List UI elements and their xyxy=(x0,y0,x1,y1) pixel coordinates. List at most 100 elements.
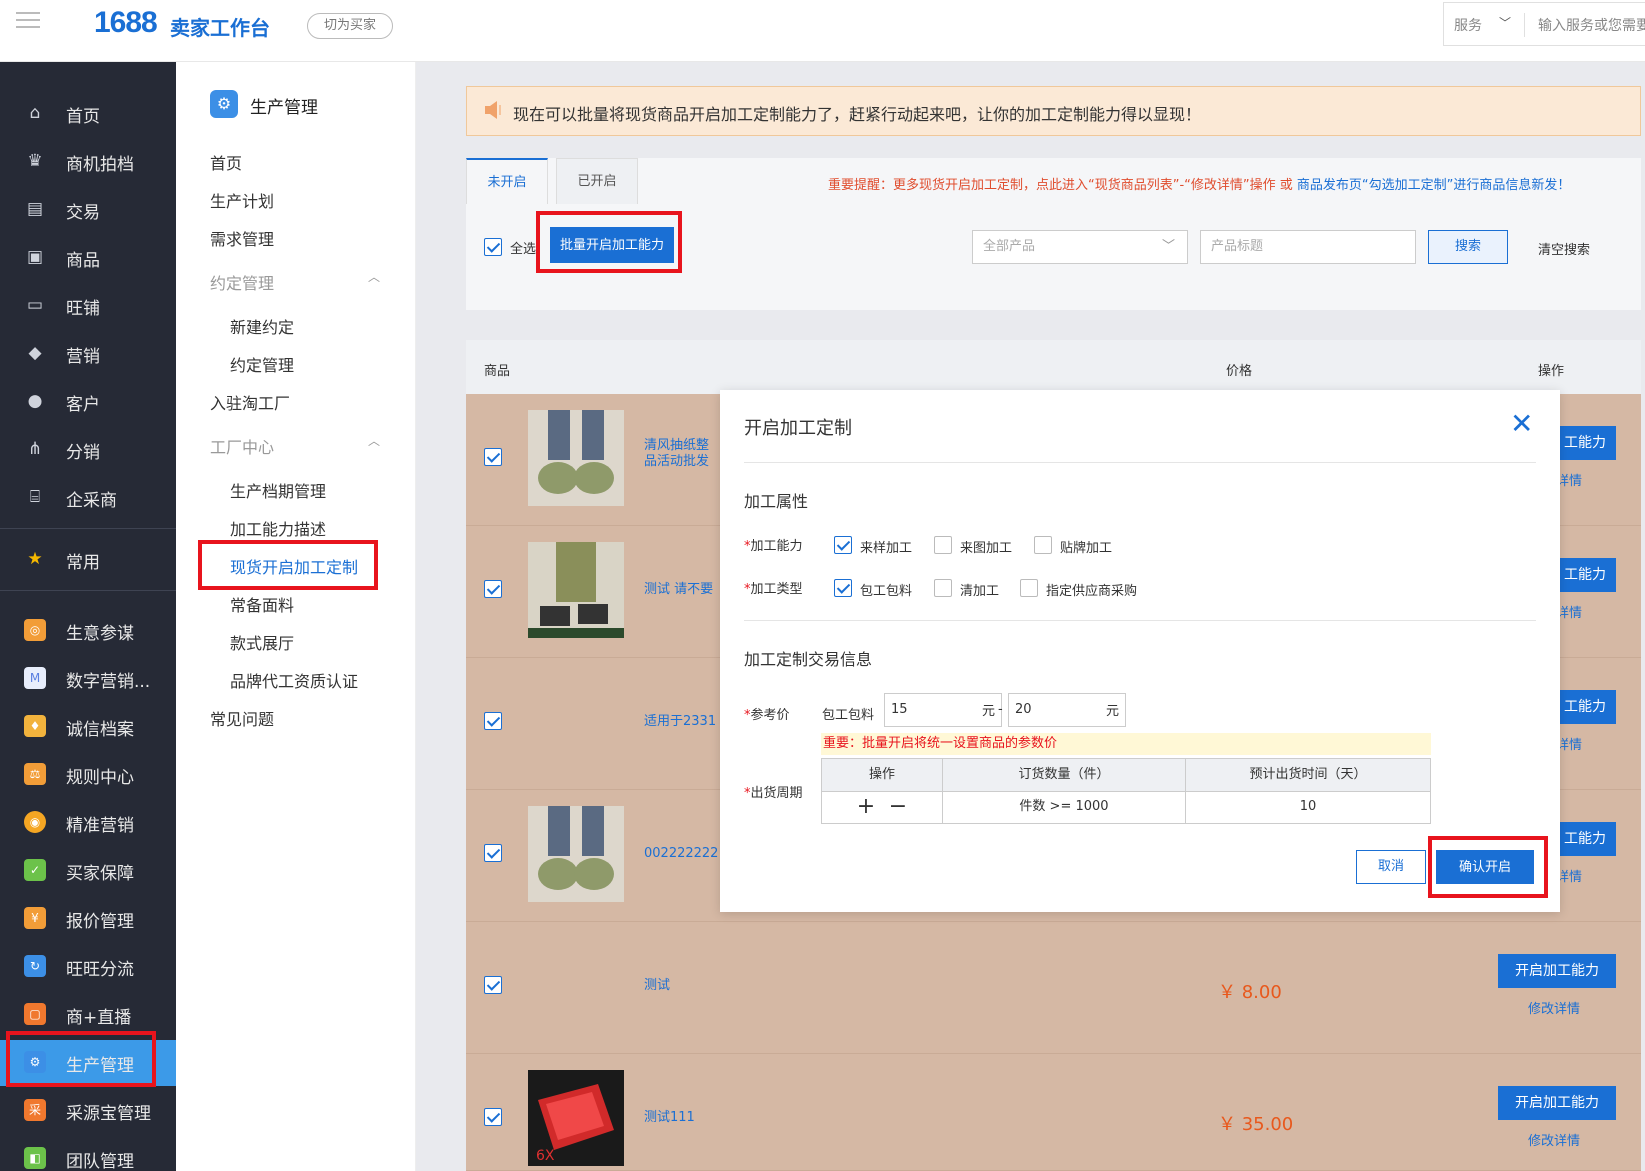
tab-opened[interactable]: 已开启 xyxy=(556,158,638,204)
sidebar-item-wangwang[interactable]: ↻ 旺旺分流 xyxy=(0,944,176,990)
col-price: 价格 xyxy=(1226,364,1253,379)
product-category-select[interactable]: 全部产品 ﹀ xyxy=(972,230,1188,264)
ref-price-label: *参考价 xyxy=(744,708,790,723)
shield-app-icon: ♦ xyxy=(24,715,46,737)
nav-style-showroom[interactable]: 款式展厅 xyxy=(230,630,294,654)
price-max-input[interactable]: 20 元 xyxy=(1008,693,1126,727)
nav-group-factory-center[interactable]: 工厂中心 xyxy=(210,434,274,458)
sidebar-item-quote-management[interactable]: ¥ 报价管理 xyxy=(0,896,176,942)
nav-production-schedule[interactable]: 生产档期管理 xyxy=(230,478,326,502)
product-name[interactable]: 测试111 xyxy=(644,1110,695,1126)
sidebar-item-favorites[interactable]: ★ 常用 xyxy=(0,537,176,583)
product-name[interactable]: 测试 xyxy=(644,978,670,994)
remove-row-icon[interactable]: − xyxy=(884,791,912,823)
m-app-icon: M xyxy=(24,667,46,689)
nav-new-agreement[interactable]: 新建约定 xyxy=(230,314,294,338)
row-checkbox[interactable] xyxy=(484,1108,502,1126)
clear-search-button[interactable]: 清空搜索 xyxy=(1538,239,1590,258)
chevron-down-icon[interactable]: ﹀ xyxy=(1499,14,1511,31)
nav-agreement-management[interactable]: 约定管理 xyxy=(230,352,294,376)
notice-banner: 现在可以批量将现货商品开启加工定制能力了，赶紧行动起来吧，让你的加工定制能力得以… xyxy=(466,86,1641,136)
target-app-icon: ◉ xyxy=(24,811,46,833)
team-app-icon: ◧ xyxy=(24,1147,46,1169)
sidebar-item-enterprise[interactable]: ⌸ 企采商 xyxy=(0,475,176,521)
sidebar-item-distribution[interactable]: ⋔ 分销 xyxy=(0,427,176,473)
close-icon[interactable]: ✕ xyxy=(1510,410,1533,438)
select-all[interactable]: 全选 xyxy=(484,238,536,260)
top-search-input[interactable]: 输入服务或您需要 xyxy=(1538,15,1645,35)
nav-group-agreement[interactable]: 约定管理 xyxy=(210,270,274,294)
sidebar-item-store[interactable]: ▭ 旺铺 xyxy=(0,283,176,329)
nav-demand-management[interactable]: 需求管理 xyxy=(210,226,274,250)
sidebar-item-home[interactable]: ⌂ 首页 xyxy=(0,91,176,137)
sidebar-item-trade[interactable]: ▤ 交易 xyxy=(0,187,176,233)
sidebar-item-precision-marketing[interactable]: ◉ 精准营销 xyxy=(0,800,176,846)
notice-text: 现在可以批量将现货商品开启加工定制能力了，赶紧行动起来吧，让你的加工定制能力得以… xyxy=(513,105,1202,124)
nav-production-plan[interactable]: 生产计划 xyxy=(210,188,274,212)
nav-capability-description[interactable]: 加工能力描述 xyxy=(230,516,326,540)
nav-brand-oem-certification[interactable]: 品牌代工资质认证 xyxy=(230,668,358,692)
product-price: ￥ 35.00 xyxy=(1218,1114,1294,1135)
highlight-batch-button xyxy=(536,211,682,273)
row-checkbox[interactable] xyxy=(484,448,502,466)
service-dropdown[interactable]: 服务 xyxy=(1454,15,1482,35)
search-button[interactable]: 搜索 xyxy=(1428,230,1508,264)
highlight-nav-spot-custom xyxy=(198,540,378,590)
sidebar-item-team[interactable]: ◧ 团队管理 xyxy=(0,1136,176,1171)
sidebar-item-credit-archive[interactable]: ♦ 诚信档案 xyxy=(0,704,176,750)
reminder-link[interactable]: 商品发布页“勾选加工定制”进行商品信息新发！ xyxy=(1297,178,1570,193)
cancel-button[interactable]: 取消 xyxy=(1356,850,1426,884)
ship-days-value[interactable]: 10 xyxy=(1186,791,1430,823)
row-checkbox[interactable] xyxy=(484,844,502,862)
guard-app-icon: ✓ xyxy=(24,859,46,881)
chevron-up-icon[interactable]: ︿ xyxy=(368,268,380,285)
nav-faq[interactable]: 常见问题 xyxy=(210,706,274,730)
product-name[interactable]: 测试 请不要 xyxy=(644,582,713,598)
product-title-input[interactable]: 产品标题 xyxy=(1200,230,1416,264)
col-action: 操作 xyxy=(1538,364,1565,379)
row-checkbox[interactable] xyxy=(484,580,502,598)
edit-details-link[interactable]: 修改详情 xyxy=(1528,1130,1580,1149)
sidebar-item-marketing[interactable]: ◆ 营销 xyxy=(0,331,176,377)
secondary-sidebar: ⚙ 生产管理 首页 生产计划 需求管理 约定管理 ︿ 新建约定 约定管理 入驻淘… xyxy=(176,62,416,1171)
nav-join-taofactory[interactable]: 入驻淘工厂 xyxy=(210,390,290,414)
col-product: 商品 xyxy=(484,364,511,379)
sidebar-item-business-advisor[interactable]: ◎ 生意参谋 xyxy=(0,608,176,654)
price-min-input[interactable]: 15 元 xyxy=(884,693,1002,727)
tab-not-open[interactable]: 未开启 xyxy=(466,158,548,204)
sidebar-item-products[interactable]: ▣ 商品 xyxy=(0,235,176,281)
sidebar-item-customers[interactable]: ● 客户 xyxy=(0,379,176,425)
sidebar-item-rules-center[interactable]: ⚖ 规则中心 xyxy=(0,752,176,798)
switch-buyer-button[interactable]: 切为买家 xyxy=(307,13,393,39)
highlight-confirm-button xyxy=(1428,836,1548,898)
important-reminder: 重要提醒：更多现货开启加工定制，点此进入“现货商品列表”-“修改详情”操作 或 … xyxy=(828,178,1571,193)
select-all-checkbox[interactable] xyxy=(484,238,502,256)
add-row-icon[interactable]: + xyxy=(852,791,880,823)
product-thumbnail xyxy=(528,410,624,506)
sidebar-item-caiyuanbao[interactable]: 采 采源宝管理 xyxy=(0,1088,176,1134)
sidebar-item-buyer-protection[interactable]: ✓ 买家保障 xyxy=(0,848,176,894)
product-name[interactable]: 清风抽纸整 品活动批发 xyxy=(644,438,709,470)
open-capability-button[interactable]: 开启加工能力 xyxy=(1498,1086,1616,1120)
nav-home[interactable]: 首页 xyxy=(210,150,242,174)
chat-app-icon: ↻ xyxy=(24,955,46,977)
sidebar-item-opportunity[interactable]: ♛ 商机拍档 xyxy=(0,139,176,185)
logo-number: 1688 xyxy=(94,6,158,39)
row-checkbox[interactable] xyxy=(484,712,502,730)
chevron-up-icon[interactable]: ︿ xyxy=(368,432,380,449)
live-app-icon: ▢ xyxy=(24,1003,46,1025)
top-service-search: 服务 ﹀ 输入服务或您需要 xyxy=(1443,2,1645,46)
row-checkbox[interactable] xyxy=(484,976,502,994)
nav-stock-fabric[interactable]: 常备面料 xyxy=(230,592,294,616)
chevron-down-icon: ﹀ xyxy=(1161,239,1175,254)
batch-price-warning: 重要：批量开启将统一设置商品的参数价 xyxy=(821,733,1431,755)
ship-period-label: *出货周期 xyxy=(744,786,803,801)
edit-details-link[interactable]: 修改详情 xyxy=(1528,998,1580,1017)
sidebar-item-digital-marketing[interactable]: M 数字营销... xyxy=(0,656,176,702)
product-name[interactable]: 002222222 xyxy=(644,846,718,862)
product-name[interactable]: 适用于2331 xyxy=(644,714,716,730)
product-price: ￥ 8.00 xyxy=(1218,982,1282,1003)
section-processing-attributes: 加工属性 xyxy=(744,492,809,511)
open-capability-button[interactable]: 开启加工能力 xyxy=(1498,954,1616,988)
menu-toggle-icon[interactable] xyxy=(16,12,40,30)
